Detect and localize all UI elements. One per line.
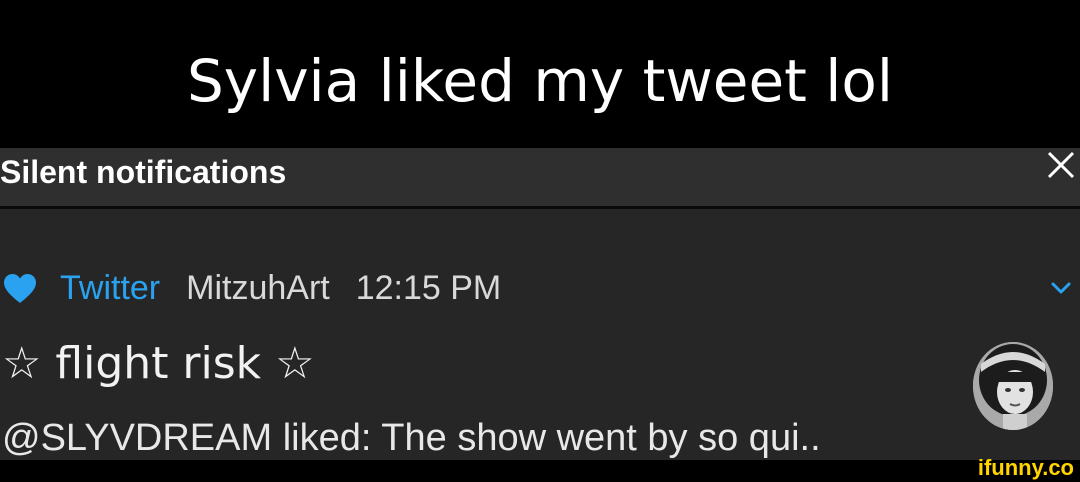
notification-title: ☆ flight risk ☆ [2, 338, 315, 389]
ifunny-watermark: ifunny.co [977, 455, 1074, 480]
notification-text: @SLYVDREAM liked: The show went by so qu… [2, 417, 821, 459]
chevron-down-icon[interactable] [1050, 281, 1072, 295]
notification-meta: Twitter MitzuhArt 12:15 PM [60, 267, 501, 309]
notification-card[interactable]: Twitter MitzuhArt 12:15 PM ☆ flight risk ☆… [0, 209, 1080, 460]
close-icon[interactable] [1044, 148, 1078, 182]
notification-group-header: Silent notifications [0, 148, 1080, 206]
bottom-strip [0, 460, 1080, 482]
avatar [973, 342, 1053, 430]
heart-icon [4, 274, 36, 303]
timestamp: 12:15 PM [355, 269, 502, 307]
meme-caption-bar: Sylvia liked my tweet lol [0, 0, 1080, 148]
group-title: Silent notifications [0, 154, 287, 190]
account-name: MitzuhArt [186, 269, 330, 307]
avatar-image [973, 342, 1053, 430]
app-name: Twitter [60, 269, 161, 307]
meme-caption: Sylvia liked my tweet lol [186, 47, 894, 115]
